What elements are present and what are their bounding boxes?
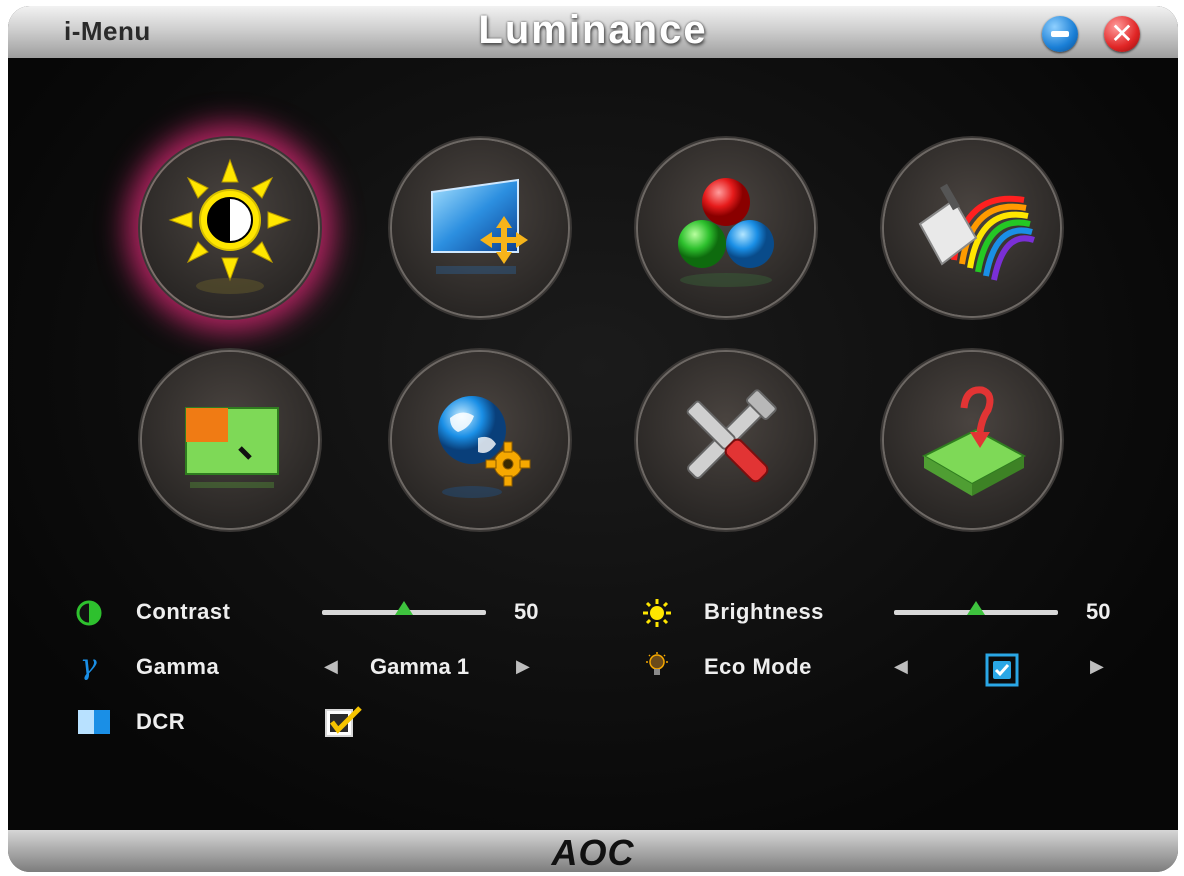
- tile-extra[interactable]: [638, 352, 814, 528]
- globe-gear-icon: [438, 396, 531, 498]
- close-icon: ✕: [1110, 17, 1134, 50]
- contrast-slider-thumb[interactable]: [395, 601, 413, 615]
- tools-icon: [686, 389, 777, 483]
- eco-mode-checkbox[interactable]: [984, 652, 1020, 688]
- page-title: Luminance: [478, 8, 708, 52]
- eco-bulb-icon: [646, 652, 668, 675]
- tile-image-setup[interactable]: [392, 140, 568, 316]
- dcr-checkbox[interactable]: [324, 704, 364, 740]
- gamma-value: Gamma 1: [370, 654, 470, 679]
- contrast-label: Contrast: [136, 599, 231, 624]
- minimize-icon: [1051, 31, 1069, 37]
- close-button[interactable]: ✕: [1104, 16, 1140, 52]
- rgb-color-icon: [678, 178, 774, 287]
- sun-icon: [643, 599, 671, 627]
- rainbow-paint-icon: [918, 183, 1035, 281]
- contrast-value: 50: [514, 599, 539, 624]
- imenu-window: i-Menu Luminance ✕ Contrast 50 Brightnes…: [8, 6, 1178, 872]
- brightness-slider-thumb[interactable]: [967, 601, 985, 615]
- eco-mode-label: Eco Mode: [704, 654, 812, 679]
- dcr-icon: [78, 710, 110, 734]
- dcr-label: DCR: [136, 709, 186, 734]
- tile-osd-setup[interactable]: [392, 352, 568, 528]
- tile-color-temp[interactable]: [638, 140, 814, 316]
- brightness-contrast-icon: [168, 158, 292, 294]
- tile-luminance[interactable]: [142, 140, 318, 316]
- tile-exit[interactable]: [884, 352, 1060, 528]
- gamma-label: Gamma: [136, 654, 220, 679]
- screen-move-icon: [431, 178, 528, 274]
- eco-mode-prev-arrow[interactable]: ◀: [894, 656, 908, 677]
- gamma-icon: γ: [80, 648, 97, 681]
- title-bar[interactable]: i-Menu Luminance ✕: [8, 6, 1178, 58]
- contrast-icon: [76, 600, 102, 626]
- footer-bar: AOC: [8, 830, 1178, 872]
- gamma-next-arrow[interactable]: ▶: [516, 656, 530, 677]
- picture-boost-icon: [185, 407, 279, 488]
- minimize-button[interactable]: [1042, 16, 1078, 52]
- exit-icon: [921, 386, 1027, 496]
- tile-picture-boost[interactable]: [142, 352, 318, 528]
- gamma-prev-arrow[interactable]: ◀: [324, 656, 338, 677]
- brand-logo: AOC: [551, 832, 635, 872]
- main-panel: Contrast 50 Brightness 50 γ Gamma ◀ Gamm…: [8, 58, 1178, 872]
- eco-mode-next-arrow[interactable]: ▶: [1090, 656, 1104, 677]
- tile-color-boost[interactable]: [884, 140, 1060, 316]
- brightness-value: 50: [1086, 599, 1111, 624]
- brightness-label: Brightness: [704, 599, 824, 624]
